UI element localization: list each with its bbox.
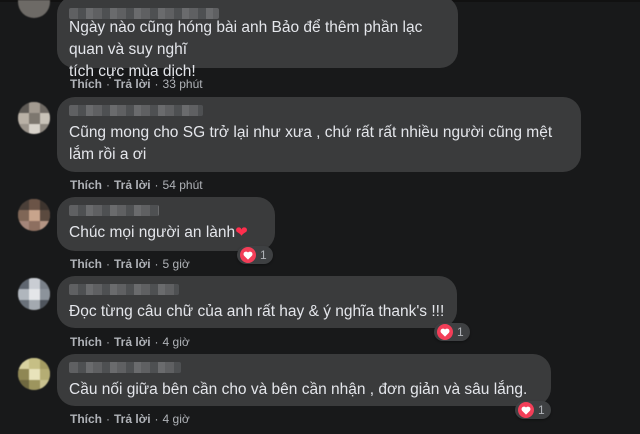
commenter-name[interactable] (69, 205, 159, 216)
like-link[interactable]: Thích (70, 335, 102, 349)
reply-link[interactable]: Trả lời (114, 335, 151, 349)
timestamp[interactable]: 4 giờ (163, 412, 190, 426)
commenter-name[interactable] (69, 105, 203, 116)
reaction-summary[interactable]: 1 (515, 401, 551, 419)
reaction-count: 1 (260, 248, 267, 262)
reply-link[interactable]: Trả lời (114, 257, 151, 271)
comment-actions: Thích · Trả lời · 4 giờ (70, 412, 190, 426)
commenter-name[interactable] (69, 8, 219, 19)
comment-text: Cầu nối giữa bên cần cho và bên cần nhận… (69, 381, 528, 398)
timestamp[interactable]: 54 phút (163, 178, 203, 192)
comment-bubble: Cũng mong cho SG trở lại như xưa , chứ r… (57, 97, 581, 172)
reply-link[interactable]: Trả lời (114, 178, 151, 192)
reaction-count: 1 (457, 325, 464, 339)
timestamp[interactable]: 33 phút (163, 77, 203, 91)
avatar[interactable] (18, 0, 50, 18)
comment-bubble: Đọc từng câu chữ của anh rất hay & ý ngh… (57, 276, 457, 328)
like-link[interactable]: Thích (70, 412, 102, 426)
reply-link[interactable]: Trả lời (114, 412, 151, 426)
comment-actions: Thích · Trả lời · 54 phút (70, 178, 203, 192)
avatar[interactable] (18, 278, 50, 310)
comment-text: Đọc từng câu chữ của anh rất hay & ý ngh… (69, 303, 445, 320)
timestamp[interactable]: 5 giờ (163, 257, 190, 271)
comment-text: Ngày nào cũng hóng bài anh Bảo để thêm p… (69, 19, 423, 80)
comment-actions: Thích · Trả lời · 33 phút (70, 77, 203, 91)
comment-text: Chúc mọi người an lành (69, 224, 236, 241)
red-heart-emoji-icon: ❤ (235, 224, 248, 241)
reaction-count: 1 (538, 403, 545, 417)
commenter-name[interactable] (69, 362, 181, 373)
like-link[interactable]: Thích (70, 178, 102, 192)
like-link[interactable]: Thích (70, 77, 102, 91)
love-reaction-icon (239, 246, 257, 264)
comment-actions: Thích · Trả lời · 4 giờ (70, 335, 190, 349)
avatar[interactable] (18, 199, 50, 231)
reply-link[interactable]: Trả lời (114, 77, 151, 91)
love-reaction-icon (436, 323, 454, 341)
love-reaction-icon (517, 401, 535, 419)
timestamp[interactable]: 4 giờ (163, 335, 190, 349)
like-link[interactable]: Thích (70, 257, 102, 271)
reaction-summary[interactable]: 1 (237, 246, 273, 264)
reaction-summary[interactable]: 1 (434, 323, 470, 341)
comment-bubble: Chúc mọi người an lành❤ (57, 197, 275, 251)
comment-bubble: Ngày nào cũng hóng bài anh Bảo để thêm p… (57, 0, 458, 80)
avatar[interactable] (18, 358, 50, 390)
comment-text-row: Chúc mọi người an lành❤ (69, 222, 263, 244)
commenter-name[interactable] (69, 284, 179, 295)
comment-bubble: Cầu nối giữa bên cần cho và bên cần nhận… (57, 354, 551, 406)
comment-text: Cũng mong cho SG trở lại như xưa , chứ r… (69, 124, 553, 163)
comment-actions: Thích · Trả lời · 5 giờ (70, 257, 190, 271)
avatar[interactable] (18, 102, 50, 134)
